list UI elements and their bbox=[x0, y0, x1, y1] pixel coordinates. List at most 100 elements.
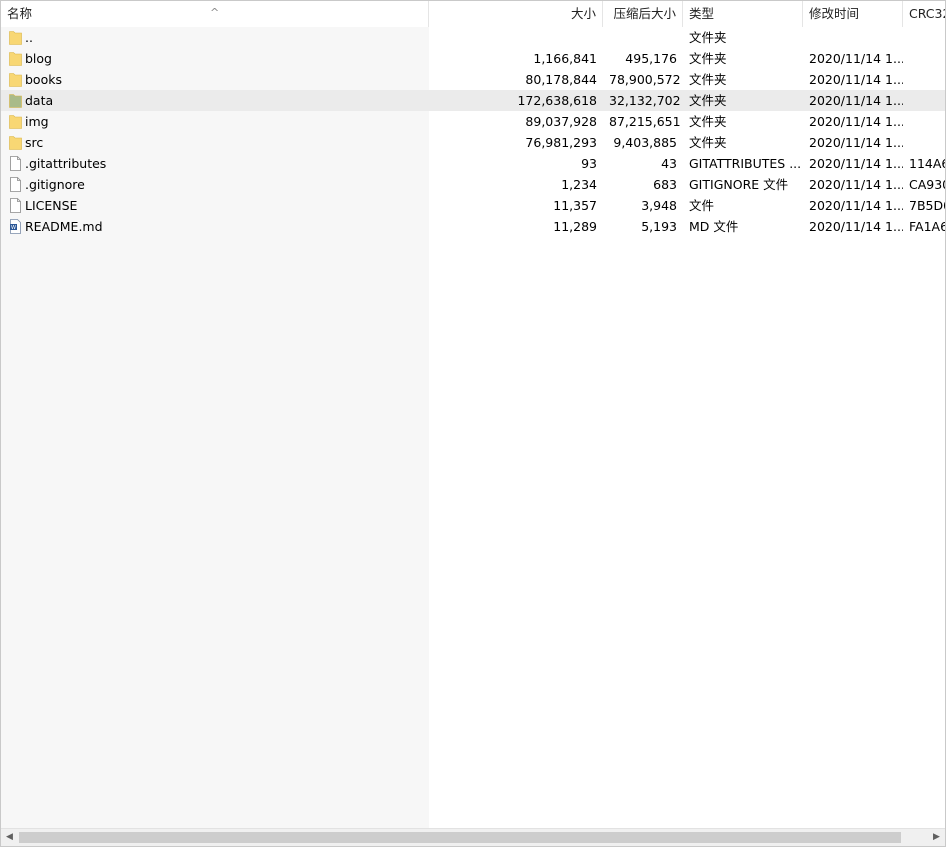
packed-size-cell: 43 bbox=[661, 156, 677, 171]
file-icon bbox=[9, 177, 22, 192]
table-row[interactable]: W README.md 11,289 5,193 MD 文件 2020/11/14 1..… bbox=[1, 216, 945, 237]
table-row[interactable]: src 76,981,293 9,403,885 文件夹 2020/11/14 1... bbox=[1, 132, 945, 153]
modified-cell: 2020/11/14 1... bbox=[809, 93, 903, 108]
column-header-packed-size[interactable]: 压缩后大小 bbox=[603, 1, 683, 27]
name-cell[interactable]: W README.md bbox=[1, 216, 429, 237]
file-icon bbox=[9, 198, 22, 213]
column-header-name-label: 名称 bbox=[7, 6, 33, 21]
packed-size-cell bbox=[603, 27, 683, 48]
packed-size-cell: 87,215,651 bbox=[609, 114, 681, 129]
modified-cell: 2020/11/14 1... bbox=[809, 51, 903, 66]
name-cell[interactable]: src bbox=[1, 132, 429, 153]
file-name: img bbox=[25, 114, 49, 129]
size-cell: 172,638,618 bbox=[517, 93, 597, 108]
folder-icon bbox=[9, 30, 22, 45]
name-cell[interactable]: blog bbox=[1, 48, 429, 69]
type-cell: GITIGNORE 文件 bbox=[689, 177, 789, 192]
column-header-size[interactable]: 大小 bbox=[429, 1, 603, 27]
file-name: src bbox=[25, 135, 44, 150]
horizontal-scrollbar[interactable]: ◀ ▶ bbox=[1, 828, 945, 846]
crc32-cell: CA930 bbox=[909, 177, 945, 192]
file-name: .gitattributes bbox=[25, 156, 107, 171]
crc32-cell: FA1A6 bbox=[909, 219, 946, 234]
name-cell[interactable]: data bbox=[1, 90, 429, 111]
type-cell: 文件夹 bbox=[689, 93, 727, 108]
file-icon bbox=[9, 156, 22, 171]
type-cell: MD 文件 bbox=[689, 219, 739, 234]
modified-cell: 2020/11/14 1... bbox=[809, 135, 903, 150]
crc32-cell: 7B5D0 bbox=[909, 198, 945, 213]
type-cell: GITATTRIBUTES ... bbox=[689, 156, 802, 171]
crc32-cell bbox=[903, 27, 945, 48]
packed-size-cell: 683 bbox=[653, 177, 677, 192]
packed-size-cell: 5,193 bbox=[641, 219, 677, 234]
column-header-bar: 名称 ^ 大小 压缩后大小 类型 修改时间 CRC32 bbox=[1, 1, 945, 27]
size-cell: 1,166,841 bbox=[533, 51, 597, 66]
size-cell: 76,981,293 bbox=[525, 135, 597, 150]
modified-cell bbox=[803, 27, 903, 48]
file-name: data bbox=[25, 93, 54, 108]
modified-cell: 2020/11/14 1... bbox=[809, 198, 903, 213]
table-row[interactable]: .. 文件夹 bbox=[1, 27, 945, 48]
name-cell[interactable]: .gitignore bbox=[1, 174, 429, 195]
type-cell: 文件夹 bbox=[689, 114, 727, 129]
scroll-left-arrow-icon[interactable]: ◀ bbox=[1, 829, 18, 846]
scrollbar-thumb[interactable] bbox=[19, 832, 901, 843]
folder-icon bbox=[9, 51, 22, 66]
modified-cell: 2020/11/14 1... bbox=[809, 177, 903, 192]
type-cell: 文件夹 bbox=[689, 135, 727, 150]
size-cell: 11,357 bbox=[553, 198, 597, 213]
folder-icon bbox=[9, 72, 22, 87]
name-cell[interactable]: .. bbox=[1, 27, 429, 48]
file-name: books bbox=[25, 72, 62, 87]
crc32-cell bbox=[903, 132, 945, 153]
packed-size-cell: 32,132,702 bbox=[609, 93, 681, 108]
folder-icon bbox=[9, 135, 22, 150]
size-cell: 93 bbox=[581, 156, 597, 171]
table-row[interactable]: blog 1,166,841 495,176 文件夹 2020/11/14 1... bbox=[1, 48, 945, 69]
name-cell[interactable]: img bbox=[1, 111, 429, 132]
modified-cell: 2020/11/14 1... bbox=[809, 114, 903, 129]
column-header-crc32[interactable]: CRC32 bbox=[903, 1, 945, 27]
size-cell: 1,234 bbox=[561, 177, 597, 192]
table-row[interactable]: data 172,638,618 32,132,702 文件夹 2020/11/14 1… bbox=[1, 90, 945, 111]
table-row[interactable]: .gitattributes 93 43 GITATTRIBUTES ... 2020/… bbox=[1, 153, 945, 174]
column-header-modified[interactable]: 修改时间 bbox=[803, 1, 903, 27]
crc32-cell bbox=[903, 69, 945, 90]
table-row[interactable]: books 80,178,844 78,900,572 文件夹 2020/11/14 1… bbox=[1, 69, 945, 90]
modified-cell: 2020/11/14 1... bbox=[809, 219, 903, 234]
name-cell[interactable]: .gitattributes bbox=[1, 153, 429, 174]
packed-size-cell: 495,176 bbox=[625, 51, 677, 66]
crc32-cell bbox=[903, 48, 945, 69]
table-row[interactable]: .gitignore 1,234 683 GITIGNORE 文件 2020/11/14… bbox=[1, 174, 945, 195]
type-cell: 文件夹 bbox=[689, 72, 727, 87]
column-header-name[interactable]: 名称 ^ bbox=[1, 1, 429, 27]
size-cell: 80,178,844 bbox=[525, 72, 597, 87]
type-cell: 文件 bbox=[689, 198, 715, 213]
size-cell: 11,289 bbox=[553, 219, 597, 234]
modified-cell: 2020/11/14 1... bbox=[809, 72, 903, 87]
name-cell[interactable]: books bbox=[1, 69, 429, 90]
type-cell: 文件夹 bbox=[689, 51, 727, 66]
crc32-cell bbox=[903, 111, 945, 132]
type-cell: 文件夹 bbox=[689, 30, 727, 45]
modified-cell: 2020/11/14 1... bbox=[809, 156, 903, 171]
column-header-type[interactable]: 类型 bbox=[683, 1, 803, 27]
file-name: README.md bbox=[25, 219, 103, 234]
file-name: LICENSE bbox=[25, 198, 78, 213]
table-row[interactable]: img 89,037,928 87,215,651 文件夹 2020/11/14 1..… bbox=[1, 111, 945, 132]
file-rows: .. 文件夹 blog 1,166,841 495,176 文件夹 2020/11/14 1… bbox=[1, 27, 945, 237]
packed-size-cell: 9,403,885 bbox=[613, 135, 677, 150]
file-name: blog bbox=[25, 51, 52, 66]
crc32-cell: 114A6 bbox=[909, 156, 946, 171]
file-name: .gitignore bbox=[25, 177, 85, 192]
scroll-right-arrow-icon[interactable]: ▶ bbox=[928, 829, 945, 846]
packed-size-cell: 78,900,572 bbox=[609, 72, 681, 87]
folder-icon bbox=[9, 114, 22, 129]
crc32-cell bbox=[903, 90, 945, 111]
size-cell: 89,037,928 bbox=[525, 114, 597, 129]
size-cell bbox=[429, 27, 603, 48]
table-row[interactable]: LICENSE 11,357 3,948 文件 2020/11/14 1... 7B5D0 bbox=[1, 195, 945, 216]
file-name: .. bbox=[25, 30, 33, 45]
name-cell[interactable]: LICENSE bbox=[1, 195, 429, 216]
